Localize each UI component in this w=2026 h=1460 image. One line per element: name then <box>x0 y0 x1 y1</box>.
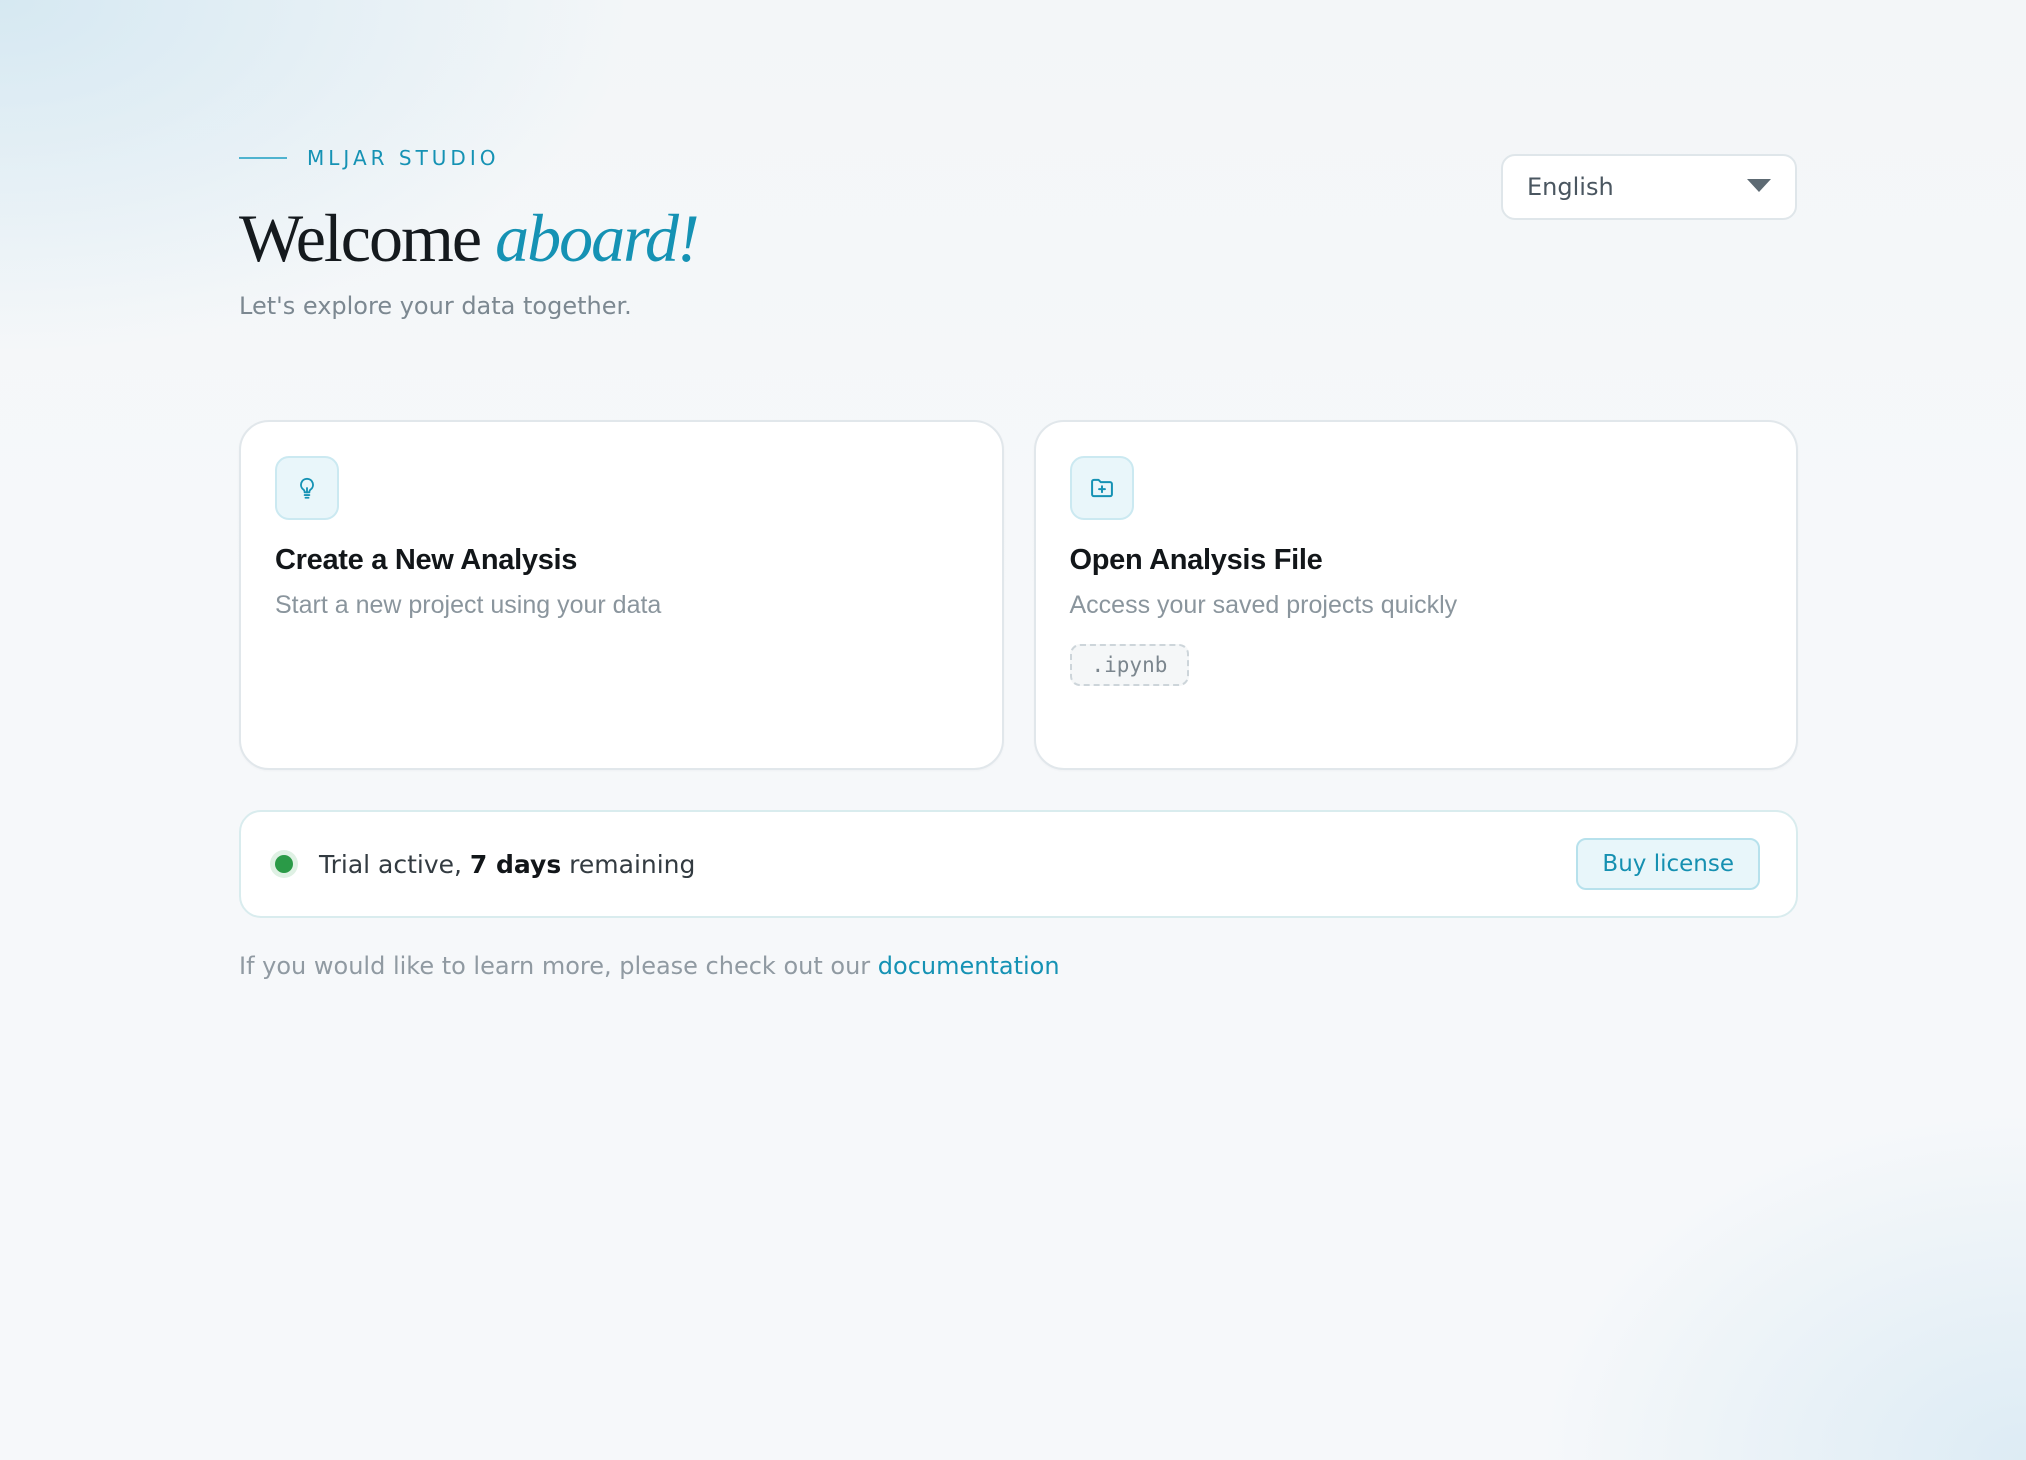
trial-days: 7 days <box>469 849 562 879</box>
documentation-link[interactable]: documentation <box>878 952 1060 980</box>
language-select-value: English <box>1527 173 1614 201</box>
brand-name: MLJAR STUDIO <box>307 146 500 170</box>
file-extension-badge: .ipynb <box>1069 644 1190 686</box>
welcome-page: MLJAR STUDIO Welcome aboard! Let's explo… <box>239 0 1798 1460</box>
trial-suffix: remaining <box>569 849 696 879</box>
folder-plus-icon <box>1069 456 1134 520</box>
page-title: Welcome aboard! <box>239 196 700 280</box>
eyebrow-divider <box>239 157 287 159</box>
card-title: Open Analysis File <box>1069 544 1323 576</box>
trial-status-bar: Trial active, 7 days remaining Buy licen… <box>239 810 1798 918</box>
action-cards: Create a New Analysis Start a new projec… <box>239 420 1798 770</box>
buy-license-button[interactable]: Buy license <box>1576 838 1760 890</box>
title-accent: aboard! <box>495 200 700 276</box>
brand-eyebrow: MLJAR STUDIO <box>239 146 499 170</box>
open-analysis-card[interactable]: Open Analysis File Access your saved pro… <box>1033 420 1798 770</box>
status-dot-icon <box>275 855 293 873</box>
page-subtitle: Let's explore your data together. <box>239 292 632 320</box>
trial-prefix: Trial active, <box>319 849 462 879</box>
language-select[interactable]: English <box>1501 154 1797 220</box>
card-title: Create a New Analysis <box>275 544 578 576</box>
card-description: Start a new project using your data <box>275 591 662 619</box>
trial-status-text: Trial active, 7 days remaining <box>319 850 1576 879</box>
title-plain: Welcome <box>239 200 482 276</box>
lightbulb-icon <box>275 456 339 520</box>
create-analysis-card[interactable]: Create a New Analysis Start a new projec… <box>239 420 1004 770</box>
chevron-down-icon <box>1747 178 1771 192</box>
card-description: Access your saved projects quickly <box>1069 591 1458 619</box>
learn-more-text: If you would like to learn more, please … <box>239 952 871 980</box>
learn-more-note: If you would like to learn more, please … <box>239 952 1060 980</box>
